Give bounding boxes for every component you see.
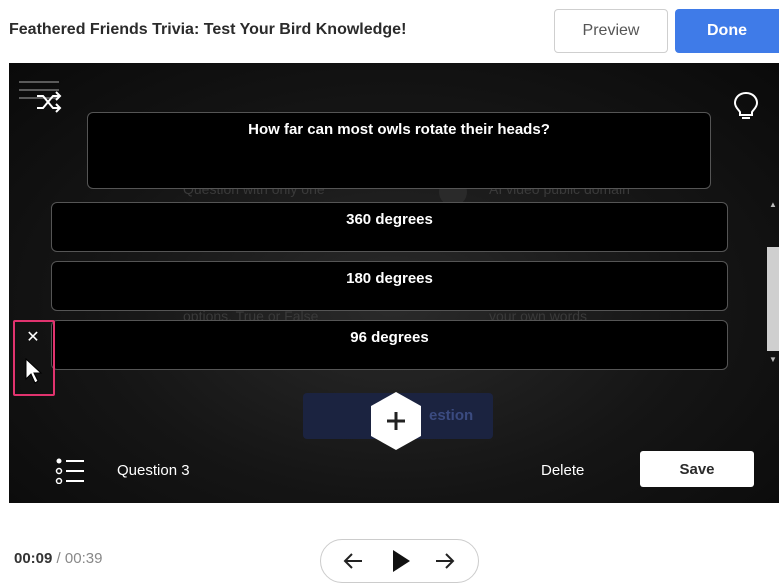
- playback-controls: [320, 539, 479, 583]
- done-button[interactable]: Done: [675, 9, 779, 53]
- time-separator: /: [56, 550, 61, 567]
- top-bar: Feathered Friends Trivia: Test Your Bird…: [0, 0, 779, 62]
- cursor-icon: [25, 358, 43, 384]
- total-time: 00:39: [64, 550, 103, 567]
- question-editor-stage: Question with only one AI video public d…: [9, 63, 779, 503]
- scrollbar-thumb[interactable]: [767, 247, 779, 351]
- question-number-label: Question 3: [117, 462, 190, 479]
- delete-button[interactable]: Delete: [541, 462, 584, 479]
- list-icon[interactable]: [55, 458, 85, 484]
- remove-answer-button[interactable]: ✕: [13, 320, 55, 396]
- answer-option-2[interactable]: 180 degrees: [51, 261, 728, 311]
- page-title: Feathered Friends Trivia: Test Your Bird…: [9, 21, 407, 38]
- answer-option-1[interactable]: 360 degrees: [51, 202, 728, 252]
- scroll-up-arrow[interactable]: ▲: [769, 200, 777, 209]
- question-input[interactable]: How far can most owls rotate their heads…: [87, 112, 711, 189]
- answer-option-3[interactable]: 96 degrees: [51, 320, 728, 370]
- ghost-text: estion: [429, 407, 474, 424]
- lightbulb-icon[interactable]: [733, 91, 759, 121]
- preview-button[interactable]: Preview: [554, 9, 668, 53]
- play-icon[interactable]: [391, 549, 411, 573]
- arrow-left-icon[interactable]: [343, 552, 363, 570]
- current-time: 00:09: [14, 550, 53, 567]
- save-button[interactable]: Save: [640, 451, 754, 487]
- playback-time: 00:09 / 00:39: [14, 550, 102, 567]
- shuffle-icon[interactable]: [35, 91, 63, 113]
- close-icon[interactable]: ✕: [25, 330, 41, 346]
- add-question-button[interactable]: [368, 390, 424, 452]
- arrow-right-icon[interactable]: [435, 552, 455, 570]
- scroll-down-arrow[interactable]: ▼: [769, 355, 777, 364]
